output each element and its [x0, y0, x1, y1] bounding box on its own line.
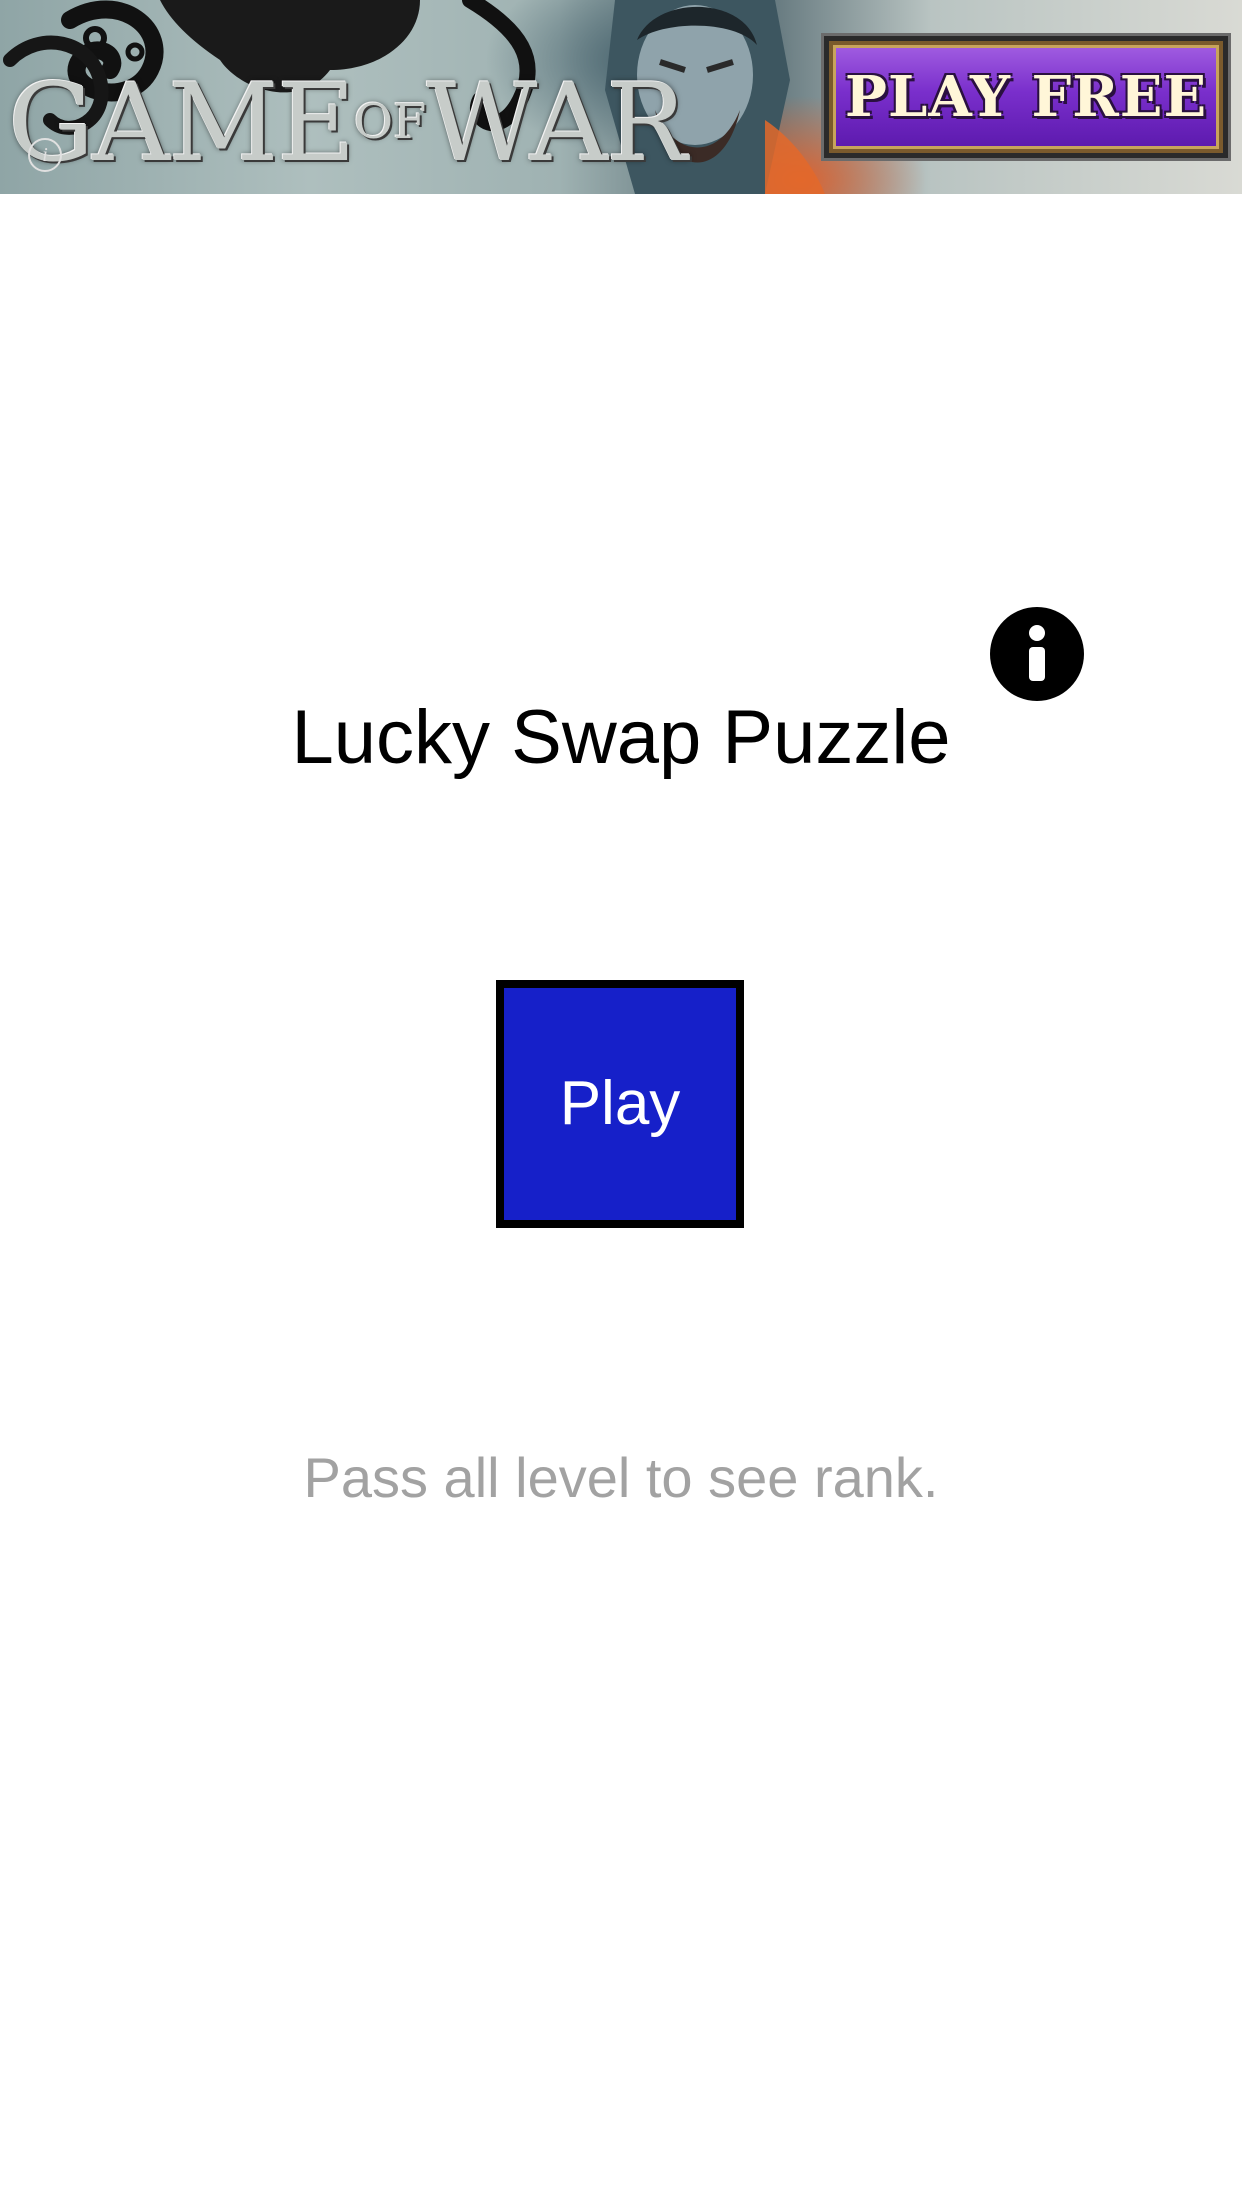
info-icon[interactable]: [990, 607, 1084, 701]
play-button[interactable]: Play: [496, 980, 744, 1228]
ad-play-free-button[interactable]: PLAY FREE: [824, 36, 1228, 158]
app-screen: GAMEOFWAR i PLAY FREE Lucky Swap Puzzle …: [0, 0, 1242, 2208]
ad-choices-icon[interactable]: i: [28, 138, 62, 172]
play-button-label: Play: [559, 1069, 681, 1138]
ad-banner[interactable]: GAMEOFWAR i PLAY FREE: [0, 0, 1242, 194]
page-title: Lucky Swap Puzzle: [291, 695, 951, 780]
info-glyph: [1029, 625, 1045, 681]
rank-hint-text: Pass all level to see rank.: [303, 1446, 939, 1509]
ad-play-free-label: PLAY FREE: [844, 64, 1208, 130]
game-of-war-logo: GAMEOFWAR: [8, 61, 687, 186]
